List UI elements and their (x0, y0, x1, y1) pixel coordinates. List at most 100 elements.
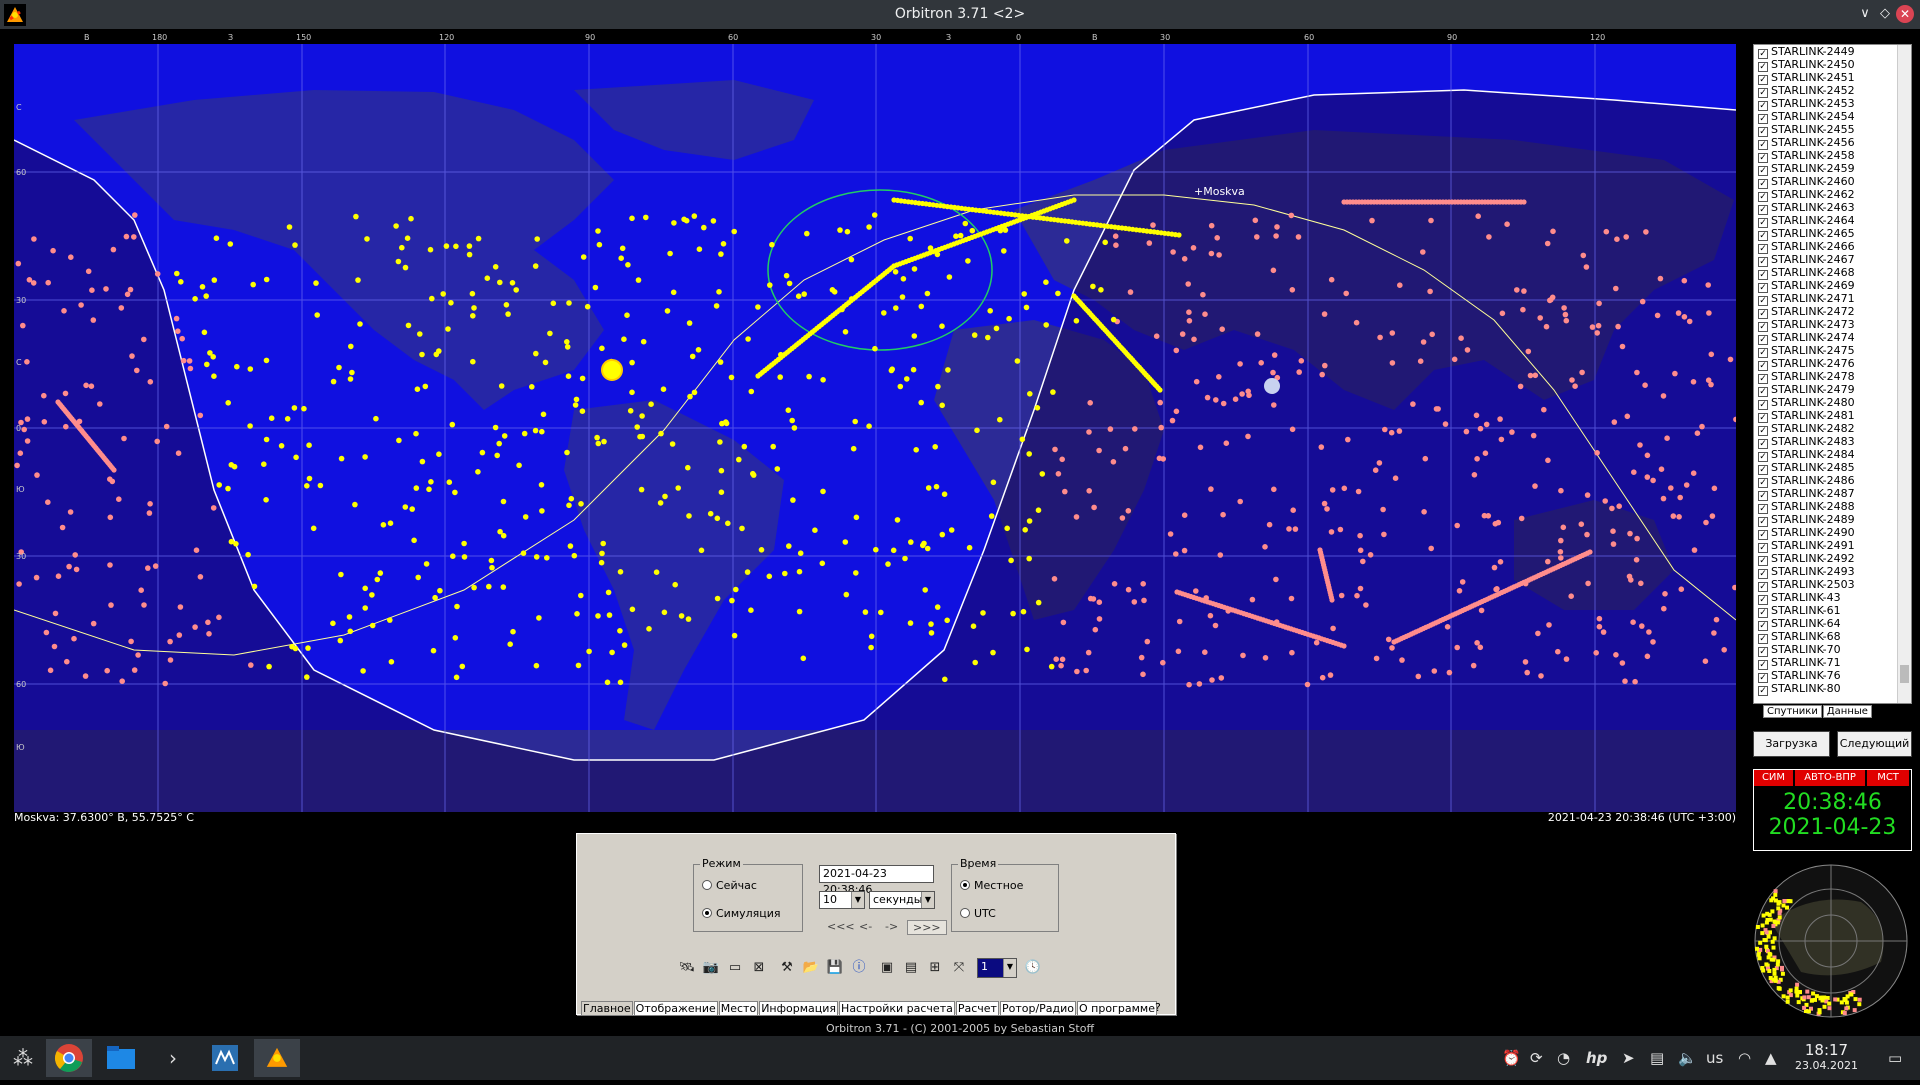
satellite-list-item[interactable]: ✓ STARLINK-2463 (1754, 201, 1911, 215)
satellite-list-item[interactable]: ✓ STARLINK-76 (1754, 669, 1911, 683)
launcher-icon[interactable]: ⁂ (0, 1039, 46, 1077)
camera-icon[interactable]: 📷 (701, 958, 721, 978)
fullscreen-icon[interactable]: ▣ (877, 958, 897, 978)
radio-simulation[interactable]: Симуляция (702, 907, 781, 920)
satellite-list-item[interactable]: ✓ STARLINK-2488 (1754, 500, 1911, 514)
tab-main[interactable]: Главное (581, 1001, 633, 1015)
satellite-list-item[interactable]: ✓ STARLINK-2460 (1754, 175, 1911, 189)
step-forward-fast-button[interactable]: >>> (907, 920, 947, 935)
panel-icon[interactable]: ▤ (901, 958, 921, 978)
satellite-list-item[interactable]: ✓ STARLINK-2482 (1754, 422, 1911, 436)
chrome-icon[interactable] (46, 1039, 92, 1077)
tab-display[interactable]: Отображение (633, 1001, 718, 1015)
tab-about[interactable]: О программе (1077, 1001, 1157, 1015)
satellite-list-item[interactable]: ✓ STARLINK-2464 (1754, 214, 1911, 228)
show-desktop-icon[interactable]: ▭ (1888, 1049, 1902, 1067)
satellite-list-item[interactable]: ✓ STARLINK-2472 (1754, 305, 1911, 319)
satellite-list-item[interactable]: ✓ STARLINK-2480 (1754, 396, 1911, 410)
close-button[interactable]: ✕ (1896, 5, 1914, 23)
checkbox[interactable]: ✓ (1758, 686, 1768, 696)
alarm-icon[interactable]: ⏰ (1502, 1049, 1521, 1067)
world-map[interactable]: +Moskva В 180 З 150 120 90 60 30 З 0 В 3… (14, 30, 1736, 812)
scroll-thumb[interactable] (1900, 665, 1909, 683)
chevron-down-icon[interactable]: ▼ (1003, 959, 1016, 977)
update-icon[interactable]: ⟳ (1530, 1049, 1543, 1067)
step-forward-button[interactable]: -> (885, 920, 898, 933)
clock-icon[interactable]: 🕓 (1023, 958, 1043, 978)
satellite-list-item[interactable]: ✓ STARLINK-2491 (1754, 539, 1911, 553)
satellite-list-item[interactable]: ✓ STARLINK-2469 (1754, 279, 1911, 293)
satellite-list-item[interactable]: ✓ STARLINK-61 (1754, 604, 1911, 618)
satellite-list-item[interactable]: ✓ STARLINK-2471 (1754, 292, 1911, 306)
satellite-list-item[interactable]: ✓ STARLINK-2478 (1754, 370, 1911, 384)
satellite-db-icon[interactable]: 🛰 (677, 958, 697, 978)
satellite-list-item[interactable]: ✓ STARLINK-2479 (1754, 383, 1911, 397)
satellite-list-item[interactable]: ✓ STARLINK-2484 (1754, 448, 1911, 462)
open-folder-icon[interactable]: 📂 (801, 958, 821, 978)
hp-icon[interactable]: hp (1586, 1049, 1607, 1067)
help-button[interactable]: ? (1155, 1001, 1161, 1014)
radio-utc[interactable]: UTC (960, 907, 996, 920)
tab-place[interactable]: Место (718, 1001, 759, 1015)
satellite-list-item[interactable]: ✓ STARLINK-2473 (1754, 318, 1911, 332)
satellite-list-item[interactable]: ✓ STARLINK-2458 (1754, 149, 1911, 163)
expand-icon[interactable]: ⤧ (949, 958, 969, 978)
chevron-down-icon[interactable]: ▼ (921, 892, 934, 908)
satellite-list-item[interactable]: ✓ STARLINK-2456 (1754, 136, 1911, 150)
next-button[interactable]: Следующий (1837, 731, 1912, 757)
satellite-list-item[interactable]: ✓ STARLINK-2489 (1754, 513, 1911, 527)
satellite-list-item[interactable]: ✓ STARLINK-2452 (1754, 84, 1911, 98)
satellite-list-item[interactable]: ✓ STARLINK-2459 (1754, 162, 1911, 176)
satellite-list-item[interactable]: ✓ STARLINK-2490 (1754, 526, 1911, 540)
tray-expand-icon[interactable]: ▲ (1765, 1049, 1777, 1067)
satellite-list-item[interactable]: ✓ STARLINK-2503 (1754, 578, 1911, 592)
radar-view[interactable] (1751, 862, 1912, 1020)
tools-icon[interactable]: ⚒ (777, 958, 797, 978)
radio-dot[interactable] (702, 908, 712, 918)
tab-calc-settings[interactable]: Настройки расчета (839, 1001, 955, 1015)
save-icon[interactable]: 💾 (825, 958, 845, 978)
satellite-list-item[interactable]: ✓ STARLINK-2455 (1754, 123, 1911, 137)
satellite-list-item[interactable]: ✓ STARLINK-2487 (1754, 487, 1911, 501)
satellite-list-item[interactable]: ✓ STARLINK-2450 (1754, 58, 1911, 72)
satellite-list-item[interactable]: ✓ STARLINK-2466 (1754, 240, 1911, 254)
terminal-icon[interactable]: › (150, 1039, 196, 1077)
satellite-list-item[interactable]: ✓ STARLINK-70 (1754, 643, 1911, 657)
satellite-list-item[interactable]: ✓ STARLINK-43 (1754, 591, 1911, 605)
satellite-list-item[interactable]: ✓ STARLINK-2465 (1754, 227, 1911, 241)
satellite-list-item[interactable]: ✓ STARLINK-2451 (1754, 71, 1911, 85)
tab-data[interactable]: Данные (1822, 705, 1872, 718)
datetime-field[interactable]: 2021-04-23 20:38:46 (819, 865, 934, 896)
load-tle-button[interactable]: Загрузка TLE (1753, 731, 1830, 774)
satellite-list-item[interactable]: ✓ STARLINK-2454 (1754, 110, 1911, 124)
satellite-list-item[interactable]: ✓ STARLINK-2474 (1754, 331, 1911, 345)
satellite-list-item[interactable]: ✓ STARLINK-2449 (1754, 45, 1911, 59)
orbitron-task-icon[interactable] (254, 1039, 300, 1077)
satellite-list-item[interactable]: ✓ STARLINK-68 (1754, 630, 1911, 644)
list-scrollbar[interactable] (1897, 45, 1911, 703)
wifi-icon[interactable]: ◠ (1738, 1049, 1751, 1067)
close-window-icon[interactable]: ⊠ (749, 958, 769, 978)
satellite-list[interactable]: ✓ STARLINK-2449 ✓ STARLINK-2450 ✓ STARLINK-24… (1753, 44, 1912, 704)
satellite-list-item[interactable]: ✓ STARLINK-2485 (1754, 461, 1911, 475)
maximize-button[interactable]: ◇ (1876, 5, 1894, 23)
satellite-list-item[interactable]: ✓ STARLINK-2453 (1754, 97, 1911, 111)
telegram-icon[interactable]: ➤ (1622, 1049, 1635, 1067)
satellite-list-item[interactable]: ✓ STARLINK-2475 (1754, 344, 1911, 358)
split-icon[interactable]: ⊞ (925, 958, 945, 978)
zoom-combo[interactable]: 1 ▼ (977, 958, 1017, 978)
radio-dot[interactable] (702, 880, 712, 890)
satellite-list-item[interactable]: ✓ STARLINK-64 (1754, 617, 1911, 631)
radio-dot[interactable] (960, 908, 970, 918)
satellite-list-item[interactable]: ✓ STARLINK-2467 (1754, 253, 1911, 267)
satellite-list-item[interactable]: ✓ STARLINK-2486 (1754, 474, 1911, 488)
tab-rotor-radio[interactable]: Ротор/Радио (999, 1001, 1077, 1015)
tray-clock[interactable]: 18:17 23.04.2021 (1795, 1041, 1858, 1072)
map-canvas[interactable]: +Moskva В 180 З 150 120 90 60 30 З 0 В 3… (14, 30, 1736, 812)
tab-info[interactable]: Информация (759, 1001, 839, 1015)
window-icon[interactable]: ▭ (725, 958, 745, 978)
chevron-down-icon[interactable]: ▼ (851, 892, 864, 908)
app-icon[interactable] (202, 1039, 248, 1077)
info-icon[interactable]: ⓘ (849, 958, 869, 978)
tab-calc[interactable]: Расчет (955, 1001, 999, 1015)
